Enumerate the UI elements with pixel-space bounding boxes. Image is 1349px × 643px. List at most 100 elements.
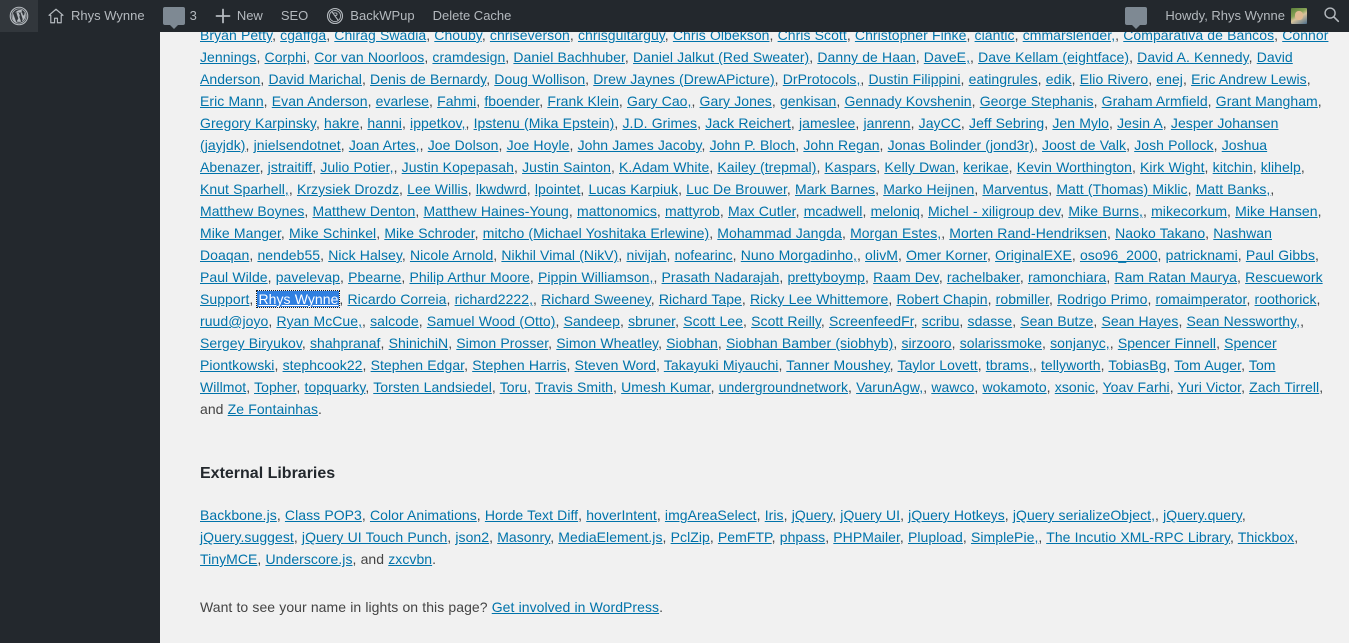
credit-link[interactable]: Philip Arthur Moore (409, 269, 529, 285)
credit-link[interactable]: Frank Klein (547, 93, 619, 109)
credit-link[interactable]: Sean Hayes (1101, 313, 1178, 329)
credit-link[interactable]: Danny de Haan (817, 49, 915, 65)
credit-link[interactable]: sbruner (628, 313, 675, 329)
credit-link[interactable]: jQuery UI (840, 507, 900, 523)
credit-link[interactable]: Nuno Morgadinho, (741, 247, 857, 263)
credit-link[interactable]: eatingrules (969, 71, 1038, 87)
credit-link[interactable]: jQuery UI Touch Punch (302, 529, 447, 545)
backwpup-menu[interactable]: BackWPup (317, 0, 423, 32)
credit-link[interactable]: Yoav Farhi (1103, 379, 1170, 395)
credit-link[interactable]: VarunAgw, (856, 379, 923, 395)
credit-link[interactable]: Joan Artes, (349, 137, 420, 153)
credit-link[interactable]: Bryan Petty (200, 32, 272, 43)
credit-link[interactable]: Joe Hoyle (507, 137, 570, 153)
credit-link[interactable]: Matthew Denton (313, 203, 416, 219)
credit-link[interactable]: Eric Mann (200, 93, 264, 109)
delete-cache-button[interactable]: Delete Cache (424, 0, 521, 32)
credit-link[interactable]: Marko Heijnen (883, 181, 974, 197)
credit-link[interactable]: Mike Burns, (1068, 203, 1143, 219)
credit-link[interactable]: Matthew Boynes (200, 203, 304, 219)
credit-link[interactable]: Siobhan (666, 335, 718, 351)
credit-link[interactable]: Chris Olbekson (673, 32, 770, 43)
credit-link[interactable]: jQuery (792, 507, 833, 523)
credit-link[interactable]: JayCC (919, 115, 961, 131)
credit-link[interactable]: Scott Reilly (751, 313, 821, 329)
credit-link[interactable]: PHPMailer (833, 529, 900, 545)
credit-link[interactable]: Kirk Wight (1140, 159, 1205, 175)
credit-link[interactable]: J.D. Grimes (622, 115, 697, 131)
credit-link[interactable]: Omer Korner (906, 247, 987, 263)
credit-link[interactable]: Mike Hansen (1235, 203, 1317, 219)
credit-link[interactable]: Kaspars (825, 159, 877, 175)
credit-link[interactable]: Corphi (265, 49, 307, 65)
credit-link[interactable]: TinyMCE (200, 551, 257, 567)
credit-link[interactable]: janrenn (864, 115, 911, 131)
credit-link[interactable]: Raam Dev (873, 269, 939, 285)
credit-link[interactable]: Krzysiek Drozdz (297, 181, 399, 197)
credit-link[interactable]: Ze Fontainhas (228, 401, 318, 417)
credit-link[interactable]: cmmarslender, (1023, 32, 1115, 43)
credit-link[interactable]: Zach Tirrell (1249, 379, 1319, 395)
credit-link[interactable]: Masonry (497, 529, 550, 545)
comments-menu[interactable]: 3 (154, 0, 206, 32)
search-button[interactable] (1313, 0, 1349, 32)
credit-link[interactable]: Taylor Lovett (898, 357, 978, 373)
credit-link[interactable]: Pippin Williamson, (538, 269, 653, 285)
credit-link[interactable]: nivijah (626, 247, 666, 263)
credit-link[interactable]: Horde Text Diff (485, 507, 578, 523)
credit-link[interactable]: Robert Chapin (896, 291, 987, 307)
credit-link[interactable]: Ryan McCue, (276, 313, 362, 329)
credit-link[interactable]: Nick Halsey (328, 247, 402, 263)
credit-link[interactable]: jstraitiff (268, 159, 313, 175)
credit-link[interactable]: Color Animations (370, 507, 477, 523)
credit-link[interactable]: undergroundnetwork (719, 379, 848, 395)
credit-link[interactable]: lpointet (535, 181, 581, 197)
credit-link[interactable]: Cor van Noorloos (314, 49, 424, 65)
credit-link[interactable]: Justin Kopepasah (402, 159, 514, 175)
credit-link[interactable]: Doug Wollison (494, 71, 585, 87)
credit-link[interactable]: Grant Mangham (1216, 93, 1318, 109)
credit-link[interactable]: Tanner Moushey (786, 357, 889, 373)
credit-link[interactable]: Mike Schinkel (289, 225, 376, 241)
credit-link[interactable]: kitchin (1213, 159, 1253, 175)
credit-link[interactable]: evarlese (376, 93, 429, 109)
credit-link[interactable]: Rodrigo Primo (1057, 291, 1147, 307)
credit-link[interactable]: OriginalEXE (995, 247, 1072, 263)
credit-link[interactable]: Max Cutler (728, 203, 796, 219)
credit-link[interactable]: patricknami (1166, 247, 1238, 263)
credit-link[interactable]: Lee Willis (407, 181, 468, 197)
new-content-menu[interactable]: New (206, 0, 272, 32)
credit-link[interactable]: Dave Kellam (eightface) (978, 49, 1129, 65)
credit-link[interactable]: Comparativa de Bancos (1123, 32, 1274, 43)
credit-link[interactable]: Matt Banks, (1196, 181, 1271, 197)
credit-link[interactable]: Chirag Swadia (334, 32, 426, 43)
credit-link[interactable]: DrProtocols, (783, 71, 861, 87)
credit-link[interactable]: genkisan (780, 93, 836, 109)
credit-link[interactable]: tellyworth (1041, 357, 1101, 373)
seo-menu[interactable]: SEO (272, 0, 317, 32)
credit-link[interactable]: sdasse (968, 313, 1013, 329)
credit-link[interactable]: Morten Rand-Hendriksen (949, 225, 1107, 241)
credit-link[interactable]: topquarky (305, 379, 366, 395)
credit-link[interactable]: mattonomics (577, 203, 657, 219)
credit-link[interactable]: Chris Scott (778, 32, 847, 43)
credit-link[interactable]: Plupload (908, 529, 963, 545)
credit-link[interactable]: Gregory Karpinsky (200, 115, 316, 131)
credit-link[interactable]: K.Adam White (619, 159, 709, 175)
credit-link[interactable]: David Marichal (268, 71, 362, 87)
credit-link[interactable]: PclZip (671, 529, 710, 545)
credit-link[interactable]: Toru (500, 379, 527, 395)
credit-link[interactable]: ippetkov, (410, 115, 465, 131)
credit-link[interactable]: hoverIntent (586, 507, 657, 523)
credit-link[interactable]: Yuri Victor (1178, 379, 1242, 395)
credit-link[interactable]: George Stephanis (980, 93, 1094, 109)
credit-link[interactable]: sirzooro (901, 335, 951, 351)
credit-link[interactable]: Knut Sparhell, (200, 181, 289, 197)
credit-link[interactable]: klihelp (1261, 159, 1301, 175)
credit-link[interactable]: Stephen Harris (472, 357, 566, 373)
credit-link[interactable]: Mike Schroder (384, 225, 474, 241)
credit-link[interactable]: Takayuki Miyauchi (664, 357, 779, 373)
credit-link[interactable]: xsonic (1055, 379, 1095, 395)
credit-link[interactable]: salcode (370, 313, 419, 329)
credit-link[interactable]: pavelevap (276, 269, 340, 285)
